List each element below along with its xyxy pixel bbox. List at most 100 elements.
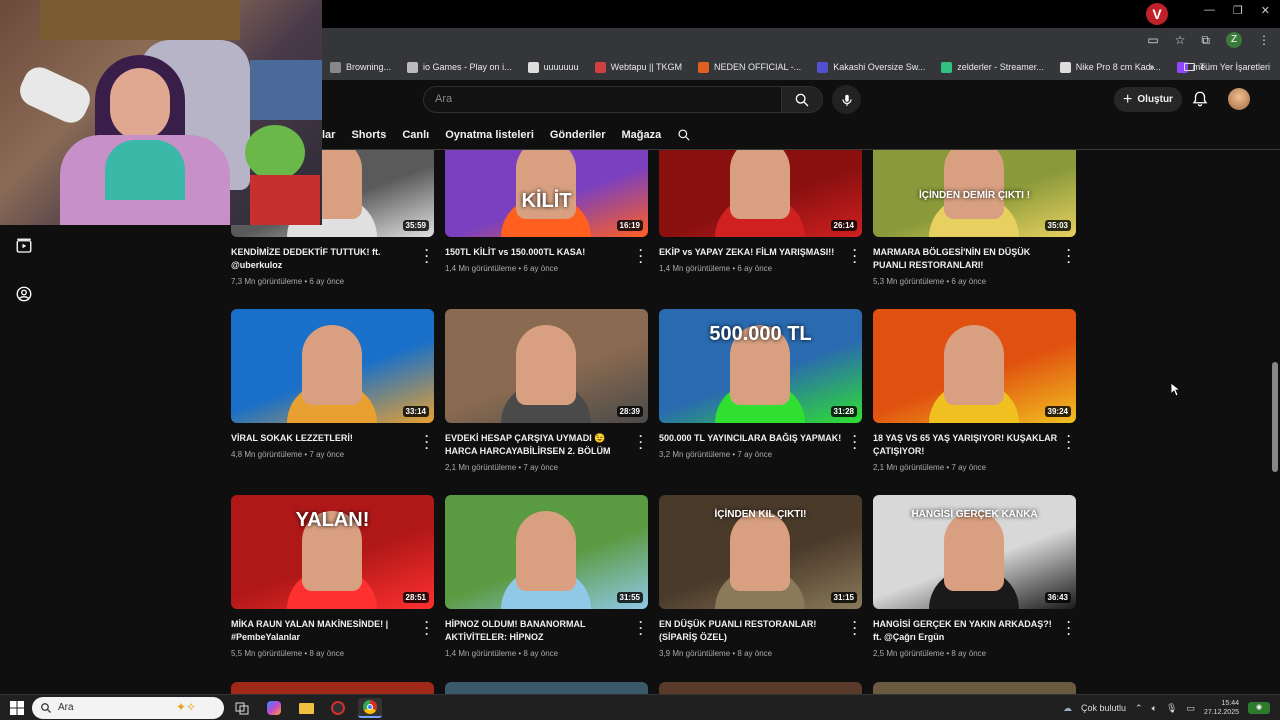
video-more-options-icon[interactable]: · · · bbox=[1064, 244, 1074, 268]
notifications-bell-icon[interactable] bbox=[1191, 90, 1209, 108]
close-icon[interactable]: ✕ bbox=[1261, 4, 1270, 17]
video-more-options-icon[interactable]: · · · bbox=[422, 244, 432, 268]
video-title[interactable]: 150TL KİLİT vs 150.000TL KASA! bbox=[445, 246, 630, 259]
video-title[interactable]: MARMARA BÖLGESİ'NİN EN DÜŞÜK PUANLI REST… bbox=[873, 246, 1058, 272]
video-thumbnail[interactable]: KİLİT 16:19 bbox=[445, 150, 648, 237]
video-more-options-icon[interactable]: · · · bbox=[850, 616, 860, 640]
notification-badge-icon[interactable]: ◉ bbox=[1248, 702, 1270, 714]
video-title[interactable]: VİRAL SOKAK LEZZETLERİ! bbox=[231, 432, 416, 445]
video-thumbnail[interactable]: 28:39 bbox=[445, 309, 648, 423]
weather-cloud-icon[interactable]: ☁ bbox=[1063, 703, 1072, 714]
video-card[interactable]: YALAN! 28:51 MİKA RAUN YALAN MAKİNESİNDE! … bbox=[231, 495, 434, 658]
weather-text[interactable]: Çok bulutlu bbox=[1081, 703, 1126, 713]
recorder-app-icon[interactable] bbox=[326, 698, 350, 718]
your-videos-icon[interactable] bbox=[15, 237, 33, 255]
video-thumbnail[interactable]: 31:55 bbox=[445, 495, 648, 609]
task-view-icon[interactable] bbox=[230, 698, 254, 718]
video-title[interactable]: EVDEKİ HESAP ÇARŞIYA UYMADI 😉 HARCA HARC… bbox=[445, 432, 630, 458]
chrome-icon[interactable] bbox=[358, 698, 382, 718]
thumbnail-caption: KİLİT bbox=[521, 190, 572, 212]
video-title[interactable]: EKİP vs YAPAY ZEKA! FİLM YARIŞMASI!! bbox=[659, 246, 844, 259]
video-card[interactable]: 500.000 TL 31:28 500.000 TL YAYINCILARA BA… bbox=[659, 309, 862, 459]
extensions-icon[interactable]: ⧉ bbox=[1201, 33, 1210, 48]
video-thumbnail[interactable]: İÇİNDEN KIL ÇIKTI! 31:15 bbox=[659, 495, 862, 609]
video-card[interactable]: 28:39 EVDEKİ HESAP ÇARŞIYA UYMADI 😉 HARCA… bbox=[445, 309, 648, 472]
video-more-options-icon[interactable]: · · · bbox=[636, 616, 646, 640]
bookmark-item[interactable]: io Games - Play on i... bbox=[399, 61, 520, 73]
video-card[interactable]: HANGİSİ GERÇEK KANKA 36:43 HANGİSİ GERÇEK … bbox=[873, 495, 1076, 658]
video-title[interactable]: 18 YAŞ VS 65 YAŞ YARIŞIYOR! KUŞAKLAR ÇAT… bbox=[873, 432, 1058, 458]
video-thumbnail[interactable]: YALAN! 28:51 bbox=[231, 495, 434, 609]
video-title[interactable]: 500.000 TL YAYINCILARA BAĞIŞ YAPMAK! bbox=[659, 432, 844, 445]
clock[interactable]: 15:44 27.12.2025 bbox=[1204, 699, 1239, 717]
tab-canlı[interactable]: Canlı bbox=[394, 129, 437, 141]
video-title[interactable]: MİKA RAUN YALAN MAKİNESİNDE! | #PembeYal… bbox=[231, 618, 416, 644]
account-icon[interactable] bbox=[15, 285, 33, 303]
bookmark-item[interactable]: Webtapu || TKGM bbox=[587, 61, 690, 73]
video-more-options-icon[interactable]: · · · bbox=[1064, 616, 1074, 640]
video-title[interactable]: KENDİMİZE DEDEKTİF TUTTUK! ft. @uberkulo… bbox=[231, 246, 416, 272]
cast-icon[interactable]: ▭ bbox=[1147, 33, 1158, 47]
video-thumbnail[interactable]: HANGİSİ GERÇEK KANKA 36:43 bbox=[873, 495, 1076, 609]
minimize-icon[interactable]: — bbox=[1204, 4, 1215, 17]
profile-avatar[interactable]: Z bbox=[1226, 32, 1242, 48]
video-duration: 26:14 bbox=[830, 220, 857, 231]
windows-start-icon[interactable] bbox=[10, 701, 24, 715]
bookmark-item[interactable]: Kakashi Oversize Sw... bbox=[809, 61, 933, 73]
video-more-options-icon[interactable]: · · · bbox=[422, 430, 432, 454]
user-avatar[interactable] bbox=[1228, 88, 1250, 110]
channel-search-icon[interactable] bbox=[677, 128, 691, 142]
display-icon[interactable]: ▭ bbox=[1186, 703, 1195, 714]
bookmark-label: io Games - Play on i... bbox=[423, 62, 512, 72]
mic-tray-icon[interactable]: 🎙︎ bbox=[1166, 703, 1177, 714]
video-card[interactable]: 33:14 VİRAL SOKAK LEZZETLERİ! 4,8 Mn görün… bbox=[231, 309, 434, 459]
video-card[interactable]: KİLİT 16:19 150TL KİLİT vs 150.000TL KASA!… bbox=[445, 150, 648, 273]
video-more-options-icon[interactable]: · · · bbox=[850, 430, 860, 454]
volume-icon[interactable]: 🔈︎ bbox=[1152, 703, 1157, 714]
video-thumbnail[interactable]: 39:24 bbox=[873, 309, 1076, 423]
video-age: 7 ay önce bbox=[309, 450, 345, 459]
video-title[interactable]: HİPNOZ OLDUM! BANANORMAL AKTİVİTELER: Hİ… bbox=[445, 618, 630, 644]
video-thumbnail[interactable]: 26:14 bbox=[659, 150, 862, 237]
tab-oynatma-listeleri[interactable]: Oynatma listeleri bbox=[437, 129, 542, 141]
video-more-options-icon[interactable]: · · · bbox=[422, 616, 432, 640]
bookmark-item[interactable]: uuuuuuu bbox=[520, 61, 587, 73]
copilot-icon[interactable] bbox=[262, 698, 286, 718]
video-more-options-icon[interactable]: · · · bbox=[1064, 430, 1074, 454]
file-explorer-icon[interactable] bbox=[294, 698, 318, 718]
restore-icon[interactable]: ❐ bbox=[1233, 4, 1243, 17]
bookmark-item[interactable]: Browning... bbox=[322, 61, 399, 73]
all-bookmarks-button[interactable]: Tüm Yer İşaretleri bbox=[1184, 62, 1270, 72]
bookmark-item[interactable]: zelderler - Streamer... bbox=[933, 61, 1052, 73]
video-thumbnail[interactable]: İÇİNDEN DEMİR ÇIKTI ! 35:03 bbox=[873, 150, 1076, 237]
tab-shorts[interactable]: Shorts bbox=[343, 129, 394, 141]
more-bookmarks-icon[interactable]: » bbox=[1149, 62, 1154, 72]
create-button[interactable]: + Oluştur bbox=[1114, 87, 1182, 112]
video-card[interactable]: 31:55 HİPNOZ OLDUM! BANANORMAL AKTİVİTELE… bbox=[445, 495, 648, 658]
video-card[interactable]: 26:14 EKİP vs YAPAY ZEKA! FİLM YARIŞMASI!… bbox=[659, 150, 862, 273]
search-button[interactable] bbox=[781, 86, 823, 113]
video-thumbnail[interactable]: 500.000 TL 31:28 bbox=[659, 309, 862, 423]
video-card[interactable]: İÇİNDEN KIL ÇIKTI! 31:15 EN DÜŞÜK PUANLI R… bbox=[659, 495, 862, 658]
tab-videos[interactable]: lar bbox=[322, 129, 343, 141]
extension-logo-icon[interactable]: V bbox=[1146, 3, 1168, 25]
video-card[interactable]: 39:24 18 YAŞ VS 65 YAŞ YARIŞIYOR! KUŞAKLA… bbox=[873, 309, 1076, 472]
bookmark-label: Browning... bbox=[346, 62, 392, 72]
video-more-options-icon[interactable]: · · · bbox=[636, 430, 646, 454]
scrollbar-thumb[interactable] bbox=[1272, 362, 1278, 472]
tab-mağaza[interactable]: Mağaza bbox=[614, 129, 670, 141]
bookmark-item[interactable]: NEDEN OFFICIAL -... bbox=[690, 61, 809, 73]
video-thumbnail[interactable]: 33:14 bbox=[231, 309, 434, 423]
video-more-options-icon[interactable]: · · · bbox=[850, 244, 860, 268]
video-title[interactable]: HANGİSİ GERÇEK EN YAKIN ARKADAŞ?! ft. @Ç… bbox=[873, 618, 1058, 644]
search-input[interactable]: Ara bbox=[423, 86, 781, 113]
video-age: 7 ay önce bbox=[951, 463, 987, 472]
bookmark-star-icon[interactable]: ☆ bbox=[1175, 33, 1186, 47]
browser-menu-icon[interactable]: ⋮ bbox=[1258, 33, 1270, 47]
video-more-options-icon[interactable]: · · · bbox=[636, 244, 646, 268]
tab-gönderiler[interactable]: Gönderiler bbox=[542, 129, 614, 141]
video-title[interactable]: EN DÜŞÜK PUANLI RESTORANLAR! (SİPARİŞ ÖZ… bbox=[659, 618, 844, 644]
video-card[interactable]: İÇİNDEN DEMİR ÇIKTI ! 35:03 MARMARA BÖLGES… bbox=[873, 150, 1076, 286]
tray-chevron-icon[interactable]: ⌃ bbox=[1135, 703, 1143, 714]
voice-search-button[interactable] bbox=[832, 85, 861, 114]
